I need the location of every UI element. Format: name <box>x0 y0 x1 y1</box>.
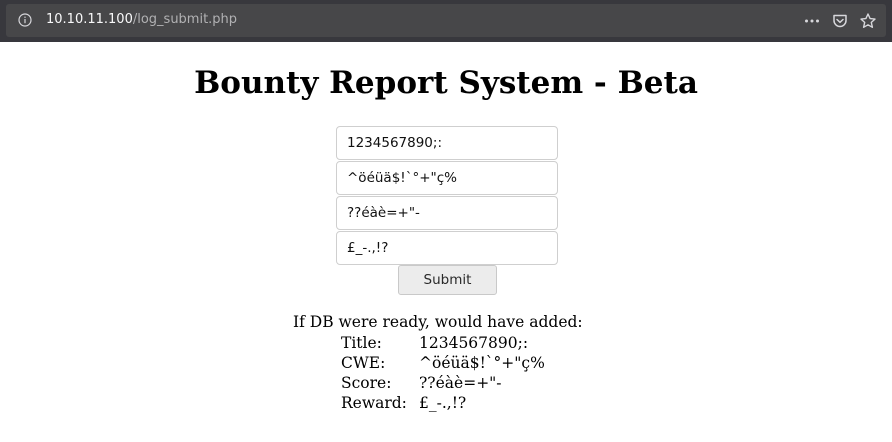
pocket-icon[interactable] <box>831 12 849 30</box>
title-field[interactable] <box>336 126 558 160</box>
result-label: Title: <box>341 334 382 352</box>
result-header: If DB were ready, would have added: <box>293 313 583 331</box>
result-value: 1234567890;: <box>419 334 529 352</box>
info-icon[interactable] <box>18 13 32 27</box>
result-label: Reward: <box>341 394 407 412</box>
page-content: Bounty Report System - Beta Submit If DB… <box>0 42 892 442</box>
result-value: ??éàè=+"- <box>419 374 502 392</box>
result-row-reward: Reward: £_-.,!? <box>341 393 545 413</box>
submit-button[interactable]: Submit <box>398 265 497 295</box>
url-text[interactable]: 10.10.11.100/log_submit.php <box>46 12 237 27</box>
result-table: Title: 1234567890;: CWE: ^öéüä$!`°+"ç% S… <box>341 333 545 413</box>
result-row-score: Score: ??éàè=+"- <box>341 373 545 393</box>
url-host: 10.10.11.100 <box>46 12 133 27</box>
result-value: £_-.,!? <box>419 394 467 412</box>
page-actions-more-icon[interactable] <box>803 12 821 30</box>
result-row-title: Title: 1234567890;: <box>341 333 545 353</box>
result-row-cwe: CWE: ^öéüä$!`°+"ç% <box>341 353 545 373</box>
submission-result: If DB were ready, would have added: Titl… <box>293 312 583 413</box>
reward-field[interactable] <box>336 231 558 265</box>
browser-toolbar: 10.10.11.100/log_submit.php <box>0 0 892 42</box>
url-path: /log_submit.php <box>132 12 238 27</box>
address-bar[interactable]: 10.10.11.100/log_submit.php <box>6 4 886 37</box>
result-label: Score: <box>341 374 392 392</box>
result-label: CWE: <box>341 354 386 372</box>
bookmark-star-icon[interactable] <box>859 12 877 30</box>
score-field[interactable] <box>336 196 558 230</box>
result-value: ^öéüä$!`°+"ç% <box>419 354 545 372</box>
bounty-report-form: Submit <box>0 42 892 302</box>
cwe-field[interactable] <box>336 161 558 195</box>
